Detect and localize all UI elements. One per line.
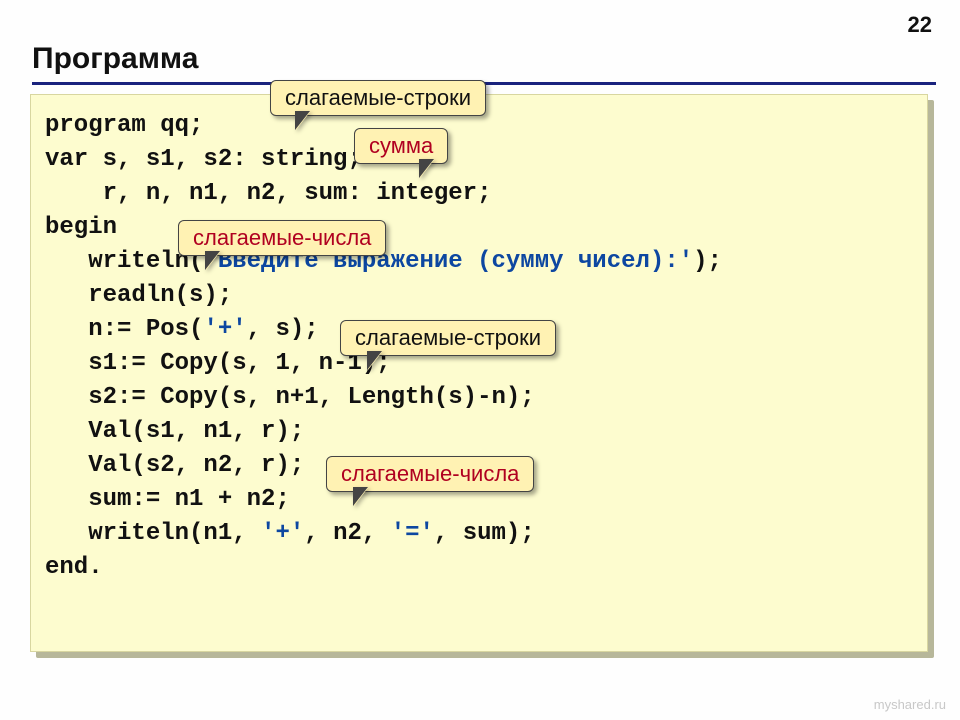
code-line: Val(s1, n1, r); [45, 418, 304, 445]
code-line: end. [45, 554, 103, 581]
code-line: , sum); [434, 520, 535, 547]
code-line: s2:= Copy(s, n+1, Length(s)-n); [45, 384, 535, 411]
callout-tail [368, 352, 382, 370]
callout-sum: сумма [354, 128, 448, 164]
code-block: program qq; var s, s1, s2: string; r, n,… [30, 94, 928, 652]
code-string: '+' [203, 316, 246, 343]
page-title: Программа [32, 42, 198, 76]
code-line: n:= Pos( [45, 316, 203, 343]
code-line: writeln(n1, [45, 520, 261, 547]
callout-tail [296, 112, 310, 130]
callout-tail [420, 160, 434, 178]
code-line: program qq; [45, 112, 203, 139]
code-line: Val(s2, n2, r); [45, 452, 304, 479]
code-line: var s, s1, s2: string; [45, 146, 362, 173]
code-line: , s); [247, 316, 319, 343]
code-line: ); [693, 248, 722, 275]
code-string: '+' [261, 520, 304, 547]
watermark: myshared.ru [874, 697, 946, 712]
callout-tail [206, 252, 220, 270]
code-line: readln(s); [45, 282, 232, 309]
code-line: r, n, n1, n2, sum: integer; [45, 180, 491, 207]
callout-tail [354, 488, 368, 506]
code-string: '=' [391, 520, 434, 547]
page-number: 22 [908, 12, 932, 38]
code-line: s1:= Copy(s, 1, n-1); [45, 350, 391, 377]
code-line: , n2, [304, 520, 390, 547]
code-line: begin [45, 214, 117, 241]
code-line: sum:= n1 + n2; [45, 486, 290, 513]
